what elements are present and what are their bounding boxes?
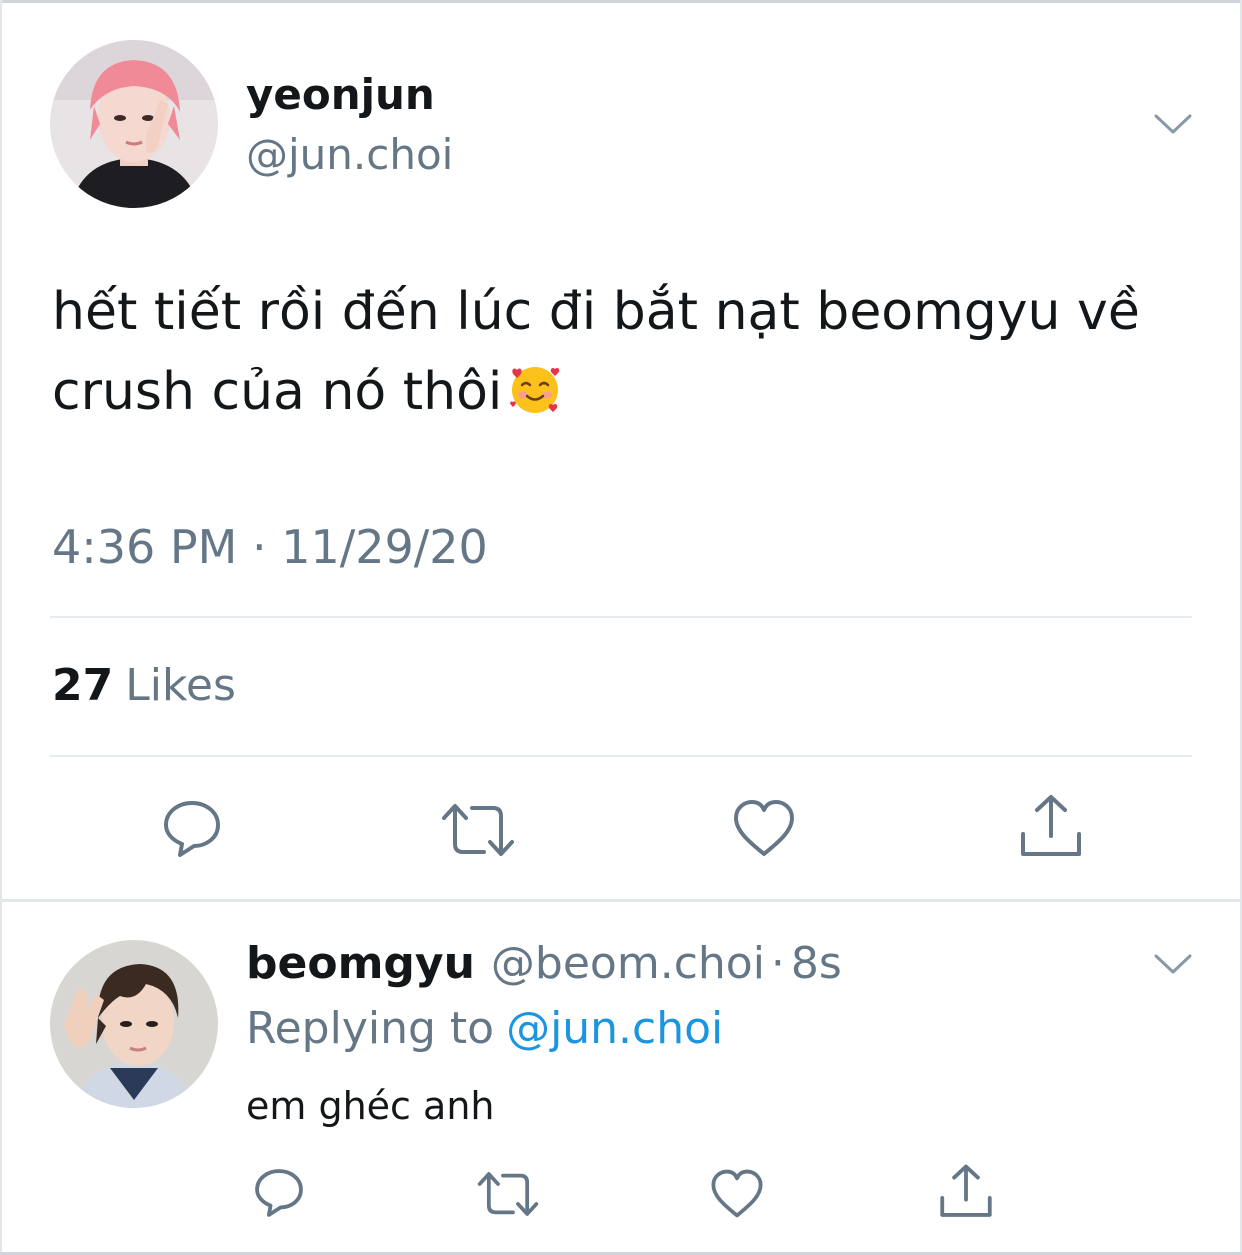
reply-display-name[interactable]: beomgyu xyxy=(246,938,475,989)
reply-time[interactable]: 8s xyxy=(791,938,842,989)
smiling-face-with-hearts-icon xyxy=(508,360,562,414)
chevron-down-icon[interactable] xyxy=(1153,952,1193,976)
share-icon[interactable] xyxy=(1018,794,1084,860)
replying-to-link[interactable]: @jun.choi xyxy=(506,1003,723,1054)
like-icon[interactable] xyxy=(710,1168,764,1219)
reply-handle[interactable]: @beom.choi xyxy=(491,938,765,989)
like-icon[interactable] xyxy=(732,798,796,858)
replying-to-line: Replying to @jun.choi xyxy=(246,1003,723,1054)
reply-header: beomgyu @beom.choi · 8s xyxy=(246,938,842,989)
reply-icon[interactable] xyxy=(160,797,224,861)
tweet-timestamp[interactable]: 4:36 PM · 11/29/20 xyxy=(52,520,488,574)
share-icon[interactable] xyxy=(938,1164,994,1220)
divider xyxy=(50,755,1192,757)
section-divider xyxy=(0,899,1242,902)
frame-top-border xyxy=(0,0,1242,3)
likes-stat[interactable]: 27 Likes xyxy=(52,660,236,711)
tweet-text: hết tiết rồi đến lúc đi bắt nạt beomgyu … xyxy=(52,272,1202,432)
retweet-icon[interactable] xyxy=(440,800,516,860)
replying-to-label: Replying to xyxy=(246,1003,495,1054)
retweet-icon[interactable] xyxy=(476,1169,540,1219)
frame-left-border xyxy=(0,0,2,1255)
likes-count: 27 xyxy=(52,660,114,711)
tweet-text-content: hết tiết rồi đến lúc đi bắt nạt beomgyu … xyxy=(52,282,1140,422)
avatar[interactable] xyxy=(50,40,218,208)
reply-text: em ghéc anh xyxy=(246,1084,495,1128)
reply-separator: · xyxy=(770,938,785,989)
likes-label: Likes xyxy=(125,660,236,711)
chevron-down-icon[interactable] xyxy=(1153,112,1193,136)
divider xyxy=(50,616,1192,618)
avatar[interactable] xyxy=(50,940,218,1108)
display-name[interactable]: yeonjun xyxy=(246,70,435,119)
user-handle[interactable]: @jun.choi xyxy=(246,130,453,179)
reply-icon[interactable] xyxy=(252,1166,306,1220)
